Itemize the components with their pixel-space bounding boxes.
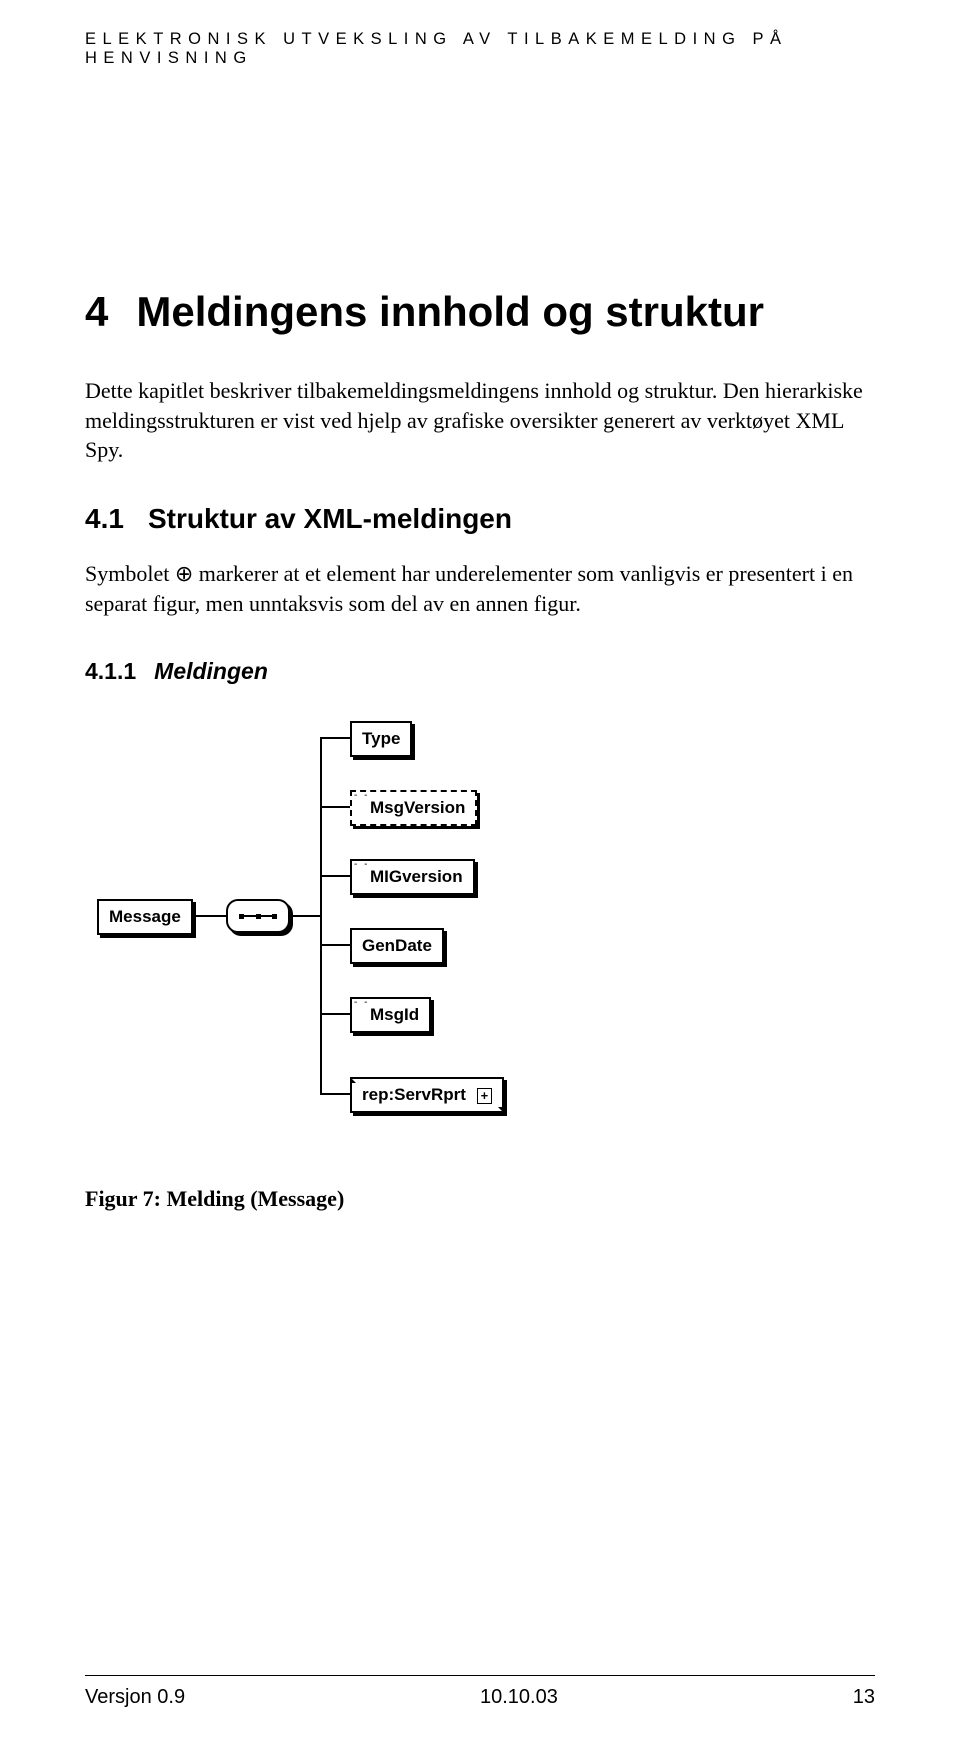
schema-child-element: - - MsgId bbox=[350, 997, 431, 1033]
footer-version: Versjon 0.9 bbox=[85, 1686, 185, 1709]
schema-child-label: rep:ServRprt bbox=[362, 1085, 466, 1104]
chapter-number: 4 bbox=[85, 288, 108, 336]
reference-arrow-icon bbox=[350, 1077, 356, 1083]
connector-line bbox=[320, 806, 350, 808]
schema-root-label: Message bbox=[109, 907, 181, 926]
chapter-intro-paragraph: Dette kapitlet beskriver tilbakemeldings… bbox=[85, 376, 875, 465]
connector-line bbox=[320, 737, 350, 739]
schema-child-element: GenDate bbox=[350, 928, 444, 964]
section-number: 4.1 bbox=[85, 503, 124, 535]
connector-line bbox=[196, 915, 226, 917]
footer-divider bbox=[85, 1675, 875, 1676]
section-title-text: Struktur av XML-meldingen bbox=[148, 503, 512, 534]
reference-arrow-icon bbox=[498, 1107, 504, 1113]
footer-page-number: 13 bbox=[853, 1686, 875, 1709]
schema-child-label: Type bbox=[362, 729, 400, 748]
schema-child-element: Type bbox=[350, 721, 412, 757]
connector-line bbox=[320, 944, 350, 946]
section-heading: 4.1 Struktur av XML-meldingen bbox=[85, 503, 875, 535]
connector-line bbox=[320, 1013, 350, 1015]
section-paragraph: Symbolet ⊕ markerer at et element har un… bbox=[85, 559, 875, 618]
para-before-symbol: Symbolet bbox=[85, 561, 175, 586]
subsection-number: 4.1.1 bbox=[85, 658, 136, 685]
connector-line bbox=[292, 915, 320, 917]
schema-child-element: - - MIGversion bbox=[350, 859, 475, 895]
circle-plus-icon: ⊕ bbox=[175, 561, 193, 586]
xml-schema-diagram: Message Type - - MsgVersion - - MIGversi… bbox=[97, 721, 875, 1126]
schema-child-label: MsgVersion bbox=[362, 798, 465, 817]
schema-child-label: MIGversion bbox=[362, 867, 463, 886]
sequence-compositor-icon bbox=[226, 899, 290, 933]
connector-line bbox=[320, 737, 322, 1095]
occurrence-marker-icon: - - bbox=[354, 859, 369, 870]
footer-date: 10.10.03 bbox=[480, 1686, 558, 1709]
schema-child-element: - - MsgVersion bbox=[350, 790, 477, 826]
occurrence-marker-icon: - - bbox=[354, 790, 369, 801]
chapter-heading: 4 Meldingens innhold og struktur bbox=[85, 288, 875, 336]
schema-child-label: GenDate bbox=[362, 936, 432, 955]
schema-child-element: rep:ServRprt + bbox=[350, 1077, 504, 1113]
page-footer: Versjon 0.9 10.10.03 13 bbox=[85, 1675, 875, 1709]
schema-root-element: Message bbox=[97, 899, 193, 935]
subsection-title-text: Meldingen bbox=[154, 658, 268, 684]
chapter-title-text: Meldingens innhold og struktur bbox=[136, 288, 764, 335]
figure-caption: Figur 7: Melding (Message) bbox=[85, 1186, 875, 1212]
connector-line bbox=[320, 1093, 350, 1095]
expand-icon: + bbox=[477, 1088, 493, 1104]
subsection-heading: 4.1.1 Meldingen bbox=[85, 658, 875, 685]
schema-child-label: MsgId bbox=[362, 1005, 419, 1024]
occurrence-marker-icon: - - bbox=[354, 997, 369, 1008]
connector-line bbox=[320, 875, 350, 877]
para-after-symbol: markerer at et element har underelemente… bbox=[85, 561, 853, 616]
running-header: ELEKTRONISK UTVEKSLING AV TILBAKEMELDING… bbox=[85, 30, 875, 68]
